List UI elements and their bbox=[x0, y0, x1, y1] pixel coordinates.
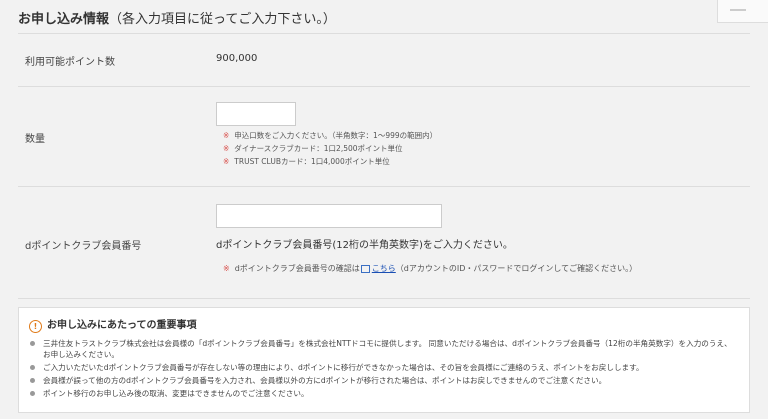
warning-circle-icon: ! bbox=[29, 320, 42, 333]
important-title-text: お申し込みにあたっての重要事項 bbox=[47, 320, 197, 331]
quantity-note-text: 申込口数をご入力ください。（半角数字：1～999の範囲内） bbox=[234, 131, 438, 140]
dpoint-description: dポイントクラブ会員番号(12桁の半角英数字)をご入力ください。 bbox=[216, 240, 513, 251]
bullet-icon bbox=[30, 341, 35, 346]
quantity-row: 数量 ※ 申込口数をご入力ください。（半角数字：1～999の範囲内） ※ ダイナース… bbox=[18, 86, 750, 187]
bullet-icon bbox=[30, 365, 35, 370]
note-mark: ※ bbox=[223, 144, 230, 153]
list-item-text: ご入力いただいたdポイントクラブ会員番号が存在しない等の理由により、dポイントに… bbox=[43, 363, 644, 372]
collapse-tab[interactable] bbox=[717, 0, 768, 23]
dpoint-check-link[interactable]: こちら bbox=[372, 264, 396, 273]
important-list: 三井住友トラストクラブ株式会社は会員様の「dポイントクラブ会員番号」を株式会社N… bbox=[29, 338, 739, 401]
dpoint-label: dポイントクラブ会員番号 bbox=[25, 241, 142, 252]
list-item-text: 会員様が誤って他の方のdポイントクラブ会員番号を入力され、会員様以外の方にdポイ… bbox=[43, 376, 607, 385]
list-item-text: ポイント移行のお申し込み後の取消、変更はできませんのでご注意ください。 bbox=[43, 389, 309, 398]
important-title: ! お申し込みにあたっての重要事項 bbox=[29, 316, 197, 333]
note-mark: ※ bbox=[223, 157, 230, 166]
points-value: 900,000 bbox=[216, 53, 258, 64]
list-item: ポイント移行のお申し込み後の取消、変更はできませんのでご注意ください。 bbox=[29, 388, 739, 399]
dpoint-note-prefix: dポイントクラブ会員番号の確認は bbox=[234, 264, 360, 273]
bullet-icon bbox=[30, 378, 35, 383]
section-title: お申し込み情報（各入力項目に従ってご入力下さい。） bbox=[18, 8, 336, 27]
list-item: 会員様が誤って他の方のdポイントクラブ会員番号を入力され、会員様以外の方にdポイ… bbox=[29, 375, 739, 386]
quantity-note-text: ダイナースクラブカード：1口2,500ポイント単位 bbox=[234, 144, 403, 153]
quantity-note: ※ ダイナースクラブカード：1口2,500ポイント単位 bbox=[223, 143, 403, 154]
dpoint-note: ※ dポイントクラブ会員番号の確認は こちら（dアカウントのID・パスワードでログイ… bbox=[223, 263, 637, 274]
quantity-note: ※ TRUST CLUBカード：1口4,000ポイント単位 bbox=[223, 156, 390, 167]
quantity-note-text: TRUST CLUBカード：1口4,000ポイント単位 bbox=[234, 157, 390, 166]
external-link-icon bbox=[360, 264, 370, 273]
minus-icon bbox=[730, 9, 746, 11]
dpoint-row: dポイントクラブ会員番号 dポイントクラブ会員番号(12桁の半角英数字)をご入力… bbox=[18, 186, 750, 299]
list-item: ご入力いただいたdポイントクラブ会員番号が存在しない等の理由により、dポイントに… bbox=[29, 362, 739, 373]
note-mark: ※ bbox=[223, 131, 230, 140]
dpoint-note-suffix: （dアカウントのID・パスワードでログインしてご確認ください。） bbox=[395, 264, 638, 273]
section-title-main: お申し込み情報 bbox=[18, 12, 110, 27]
quantity-label: 数量 bbox=[25, 134, 45, 145]
points-label: 利用可能ポイント数 bbox=[25, 57, 115, 68]
list-item: 三井住友トラストクラブ株式会社は会員様の「dポイントクラブ会員番号」を株式会社N… bbox=[29, 338, 739, 360]
important-notice: ! お申し込みにあたっての重要事項 三井住友トラストクラブ株式会社は会員様の「dポ… bbox=[18, 307, 750, 413]
note-mark: ※ bbox=[223, 264, 230, 273]
quantity-note: ※ 申込口数をご入力ください。（半角数字：1～999の範囲内） bbox=[223, 130, 437, 141]
quantity-input[interactable] bbox=[216, 102, 296, 126]
section-title-note: （各入力項目に従ってご入力下さい。） bbox=[109, 12, 336, 27]
list-item-text: 三井住友トラストクラブ株式会社は会員様の「dポイントクラブ会員番号」を株式会社N… bbox=[43, 339, 732, 359]
dpoint-number-input[interactable] bbox=[216, 204, 442, 228]
points-row: 利用可能ポイント数 900,000 bbox=[18, 33, 750, 87]
bullet-icon bbox=[30, 391, 35, 396]
